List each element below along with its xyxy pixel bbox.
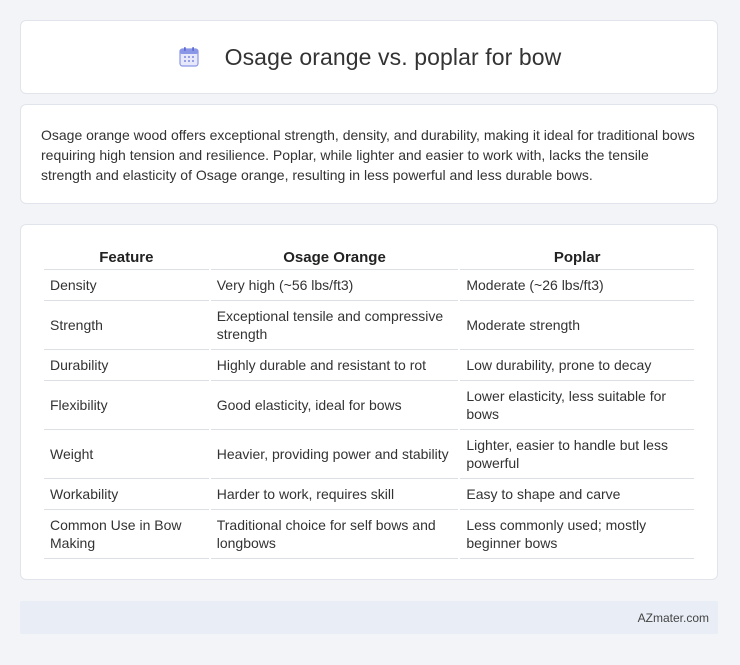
summary-text: Osage orange wood offers exceptional str… — [41, 127, 695, 183]
table-cell-feature: Durability — [44, 350, 209, 381]
table-cell-poplar: Lower elasticity, less suitable for bows — [460, 381, 694, 430]
table-cell-poplar: Less commonly used; mostly beginner bows — [460, 510, 694, 559]
table-row: Common Use in Bow Making Traditional cho… — [44, 510, 694, 559]
table-cell-poplar: Easy to shape and carve — [460, 479, 694, 510]
table-cell-poplar: Lighter, easier to handle but less power… — [460, 430, 694, 479]
comparison-table: Feature Osage Orange Poplar Density Very… — [42, 245, 696, 559]
table-cell-feature: Common Use in Bow Making — [44, 510, 209, 559]
table-row: Durability Highly durable and resistant … — [44, 350, 694, 381]
title-card: Osage orange vs. poplar for bow — [20, 20, 718, 94]
footer-brand: AZmater.com — [637, 610, 709, 625]
table-cell-osage-orange: Good elasticity, ideal for bows — [210, 381, 459, 430]
table-cell-feature: Workability — [44, 479, 209, 510]
table-header-row: Feature Osage Orange Poplar — [44, 245, 694, 270]
table-cell-feature: Weight — [44, 430, 209, 479]
table-cell-feature: Flexibility — [44, 381, 209, 430]
table-cell-osage-orange: Harder to work, requires skill — [210, 479, 459, 510]
table-cell-osage-orange: Exceptional tensile and compressive stre… — [210, 301, 459, 350]
comparison-table-card: Feature Osage Orange Poplar Density Very… — [20, 224, 718, 580]
table-cell-osage-orange: Heavier, providing power and stability — [210, 430, 459, 479]
table-cell-poplar: Moderate (~26 lbs/ft3) — [460, 270, 694, 301]
table-cell-feature: Density — [44, 270, 209, 301]
table-cell-poplar: Moderate strength — [460, 301, 694, 350]
table-row: Workability Harder to work, requires ski… — [44, 479, 694, 510]
table-row: Weight Heavier, providing power and stab… — [44, 430, 694, 479]
table-cell-osage-orange: Highly durable and resistant to rot — [210, 350, 459, 381]
calendar-icon — [177, 45, 201, 69]
column-header-osage-orange: Osage Orange — [210, 245, 459, 270]
table-cell-poplar: Low durability, prone to decay — [460, 350, 694, 381]
footer-bar: AZmater.com — [20, 601, 718, 634]
table-row: Strength Exceptional tensile and compres… — [44, 301, 694, 350]
column-header-feature: Feature — [44, 245, 209, 270]
table-cell-osage-orange: Traditional choice for self bows and lon… — [210, 510, 459, 559]
table-row: Flexibility Good elasticity, ideal for b… — [44, 381, 694, 430]
table-cell-feature: Strength — [44, 301, 209, 350]
table-cell-osage-orange: Very high (~56 lbs/ft3) — [210, 270, 459, 301]
column-header-poplar: Poplar — [460, 245, 694, 270]
title-wrap: Osage orange vs. poplar for bow — [177, 44, 562, 71]
summary-card: Osage orange wood offers exceptional str… — [20, 104, 718, 204]
page-title: Osage orange vs. poplar for bow — [224, 43, 562, 70]
table-row: Density Very high (~56 lbs/ft3) Moderate… — [44, 270, 694, 301]
